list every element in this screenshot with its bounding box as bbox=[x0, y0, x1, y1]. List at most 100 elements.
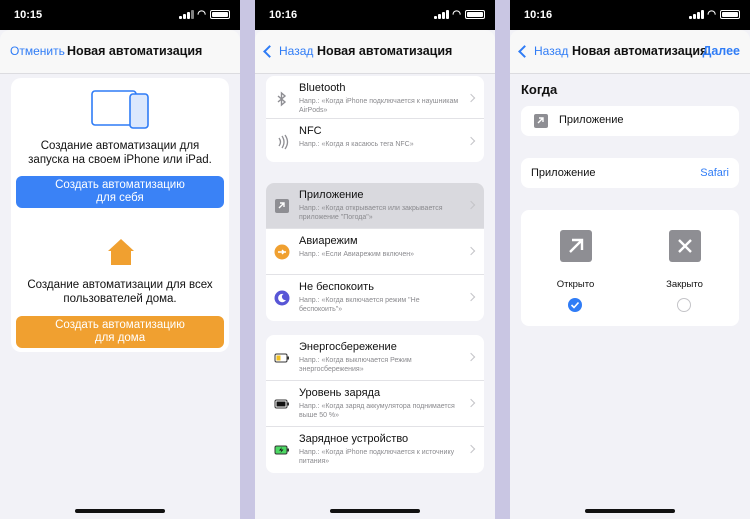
section-title: Когда bbox=[521, 82, 558, 97]
battery-icon bbox=[720, 10, 740, 19]
bluetooth-icon bbox=[277, 91, 287, 107]
app-picker-row[interactable]: Приложение Safari bbox=[521, 158, 739, 188]
selected-app-value: Safari bbox=[700, 167, 729, 179]
status-bar: 10:15 ◠ bbox=[0, 0, 240, 30]
trigger-row-airplane[interactable]: Авиарежим Напр.: «Если Авиарежим включен… bbox=[266, 229, 484, 275]
trigger-title: Приложение bbox=[299, 189, 364, 201]
chevron-right-icon bbox=[466, 136, 476, 146]
page-title: Новая автоматизация bbox=[317, 44, 453, 58]
trigger-group-connectivity: Bluetooth Напр.: «Когда iPhone подключае… bbox=[266, 76, 484, 162]
chevron-right-icon bbox=[466, 246, 476, 256]
back-label: Назад bbox=[279, 44, 314, 58]
create-home-automation-button[interactable]: Создать автоматизацию для дома bbox=[16, 316, 224, 348]
trigger-subtitle: Напр.: «Когда iPhone подключается к науш… bbox=[299, 98, 459, 114]
home-indicator bbox=[330, 509, 420, 513]
status-bar: 10:16 ◠ bbox=[255, 0, 495, 30]
nfc-icon bbox=[278, 134, 289, 150]
trigger-row-low-power[interactable]: Энергосбережение Напр.: «Когда выключает… bbox=[266, 335, 484, 381]
trigger-row-nfc[interactable]: NFC Напр.: «Когда я касаюсь тега NFC» bbox=[266, 119, 484, 162]
chevron-left-icon bbox=[263, 44, 276, 58]
trigger-subtitle: Напр.: «Когда iPhone подключается к исто… bbox=[299, 449, 455, 465]
trigger-row-bluetooth[interactable]: Bluetooth Напр.: «Когда iPhone подключае… bbox=[266, 76, 484, 119]
app-state-selector: Открыто Закрыто bbox=[521, 210, 739, 326]
home-automation-card: Создание автоматизации для всех пользова… bbox=[11, 228, 229, 352]
trigger-subtitle: Напр.: «Когда выключается Режим энергосб… bbox=[299, 357, 412, 373]
chevron-right-icon bbox=[466, 93, 476, 103]
trigger-row-battery-level[interactable]: Уровень заряда Напр.: «Когда заряд аккум… bbox=[266, 381, 484, 427]
checkmark-selected-icon[interactable] bbox=[568, 298, 582, 312]
home-icon bbox=[108, 239, 134, 265]
arrow-up-right-icon bbox=[560, 230, 592, 262]
trigger-group-system: Приложение Напр.: «Когда открывается или… bbox=[266, 183, 484, 321]
personal-automation-card: Создание автоматизации для запуска на св… bbox=[11, 78, 229, 246]
trigger-row-charger[interactable]: Зарядное устройство Напр.: «Когда iPhone… bbox=[266, 427, 484, 473]
radio-unselected-icon[interactable] bbox=[677, 298, 691, 312]
chevron-right-icon bbox=[466, 398, 476, 408]
moon-icon bbox=[274, 290, 290, 306]
app-arrow-icon bbox=[275, 199, 289, 213]
screen-choose-automation-type: 10:15 ◠ Отменить Новая автоматизация Соз… bbox=[0, 0, 240, 519]
trigger-summary-label: Приложение bbox=[559, 114, 624, 126]
battery-level-icon bbox=[274, 399, 289, 409]
nav-bar: Назад Новая автоматизация bbox=[255, 30, 495, 74]
trigger-title: NFC bbox=[299, 125, 322, 137]
cancel-button[interactable]: Отменить bbox=[10, 44, 65, 58]
page-title: Новая автоматизация bbox=[572, 44, 708, 58]
status-time: 10:16 bbox=[269, 9, 298, 21]
next-button[interactable]: Далее bbox=[702, 44, 740, 58]
wifi-icon: ◠ bbox=[707, 9, 716, 20]
trigger-row-do-not-disturb[interactable]: Не беспокоить Напр.: «Когда включается р… bbox=[266, 275, 484, 321]
chevron-left-icon bbox=[518, 44, 531, 58]
button-label-line1: Создать автоматизацию bbox=[55, 319, 185, 331]
signal-icon bbox=[689, 10, 704, 19]
option-label: Открыто bbox=[556, 279, 595, 290]
signal-icon bbox=[434, 10, 449, 19]
app-picker-label: Приложение bbox=[531, 167, 596, 179]
signal-icon bbox=[179, 10, 194, 19]
trigger-subtitle: Напр.: «Когда я касаюсь тега NFC» bbox=[299, 141, 414, 148]
airplane-icon bbox=[274, 244, 290, 260]
button-label-line1: Создать автоматизацию bbox=[55, 179, 185, 191]
option-opened[interactable]: Открыто bbox=[521, 210, 630, 326]
app-arrow-icon bbox=[534, 114, 548, 128]
trigger-summary[interactable]: Приложение bbox=[521, 106, 739, 136]
option-closed[interactable]: Закрыто bbox=[630, 210, 739, 326]
back-label: Назад bbox=[534, 44, 569, 58]
create-personal-automation-button[interactable]: Создать автоматизацию для себя bbox=[16, 176, 224, 208]
personal-description: Создание автоматизации для запуска на св… bbox=[28, 140, 212, 166]
status-time: 10:15 bbox=[14, 9, 43, 21]
page-title: Новая автоматизация bbox=[67, 44, 203, 58]
status-time: 10:16 bbox=[524, 9, 553, 21]
screen-app-trigger-config: 10:16 ◠ Назад Новая автоматизация Далее … bbox=[510, 0, 750, 519]
trigger-title: Энергосбережение bbox=[299, 341, 397, 353]
trigger-subtitle: Напр.: «Когда открывается или закрываетс… bbox=[299, 205, 443, 221]
trigger-group-battery: Энергосбережение Напр.: «Когда выключает… bbox=[266, 335, 484, 473]
wifi-icon: ◠ bbox=[452, 9, 461, 20]
home-indicator bbox=[585, 509, 675, 513]
trigger-title: Bluetooth bbox=[299, 82, 346, 94]
trigger-subtitle: Напр.: «Когда включается режим "Не беспо… bbox=[299, 297, 420, 313]
back-button[interactable]: Назад bbox=[263, 44, 314, 58]
button-label-line2: для дома bbox=[94, 332, 146, 344]
low-battery-icon bbox=[274, 353, 289, 363]
home-indicator bbox=[75, 509, 165, 513]
chevron-right-icon bbox=[466, 292, 476, 302]
battery-icon bbox=[210, 10, 230, 19]
close-icon bbox=[669, 230, 701, 262]
back-button[interactable]: Назад bbox=[518, 44, 569, 58]
trigger-subtitle: Напр.: «Когда заряд аккумулятора поднима… bbox=[299, 403, 455, 419]
chevron-right-icon bbox=[466, 444, 476, 454]
devices-icon bbox=[91, 90, 149, 129]
option-label: Закрыто bbox=[666, 279, 703, 290]
nav-bar: Назад Новая автоматизация Далее bbox=[510, 30, 750, 74]
nav-bar: Отменить Новая автоматизация bbox=[0, 30, 240, 74]
button-label-line2: для себя bbox=[96, 192, 144, 204]
charging-icon bbox=[274, 445, 289, 455]
trigger-row-app[interactable]: Приложение Напр.: «Когда открывается или… bbox=[266, 183, 484, 229]
chevron-right-icon bbox=[466, 200, 476, 210]
trigger-title: Не беспокоить bbox=[299, 281, 374, 293]
trigger-title: Авиарежим bbox=[299, 235, 358, 247]
status-bar: 10:16 ◠ bbox=[510, 0, 750, 30]
battery-icon bbox=[465, 10, 485, 19]
wifi-icon: ◠ bbox=[197, 9, 206, 20]
